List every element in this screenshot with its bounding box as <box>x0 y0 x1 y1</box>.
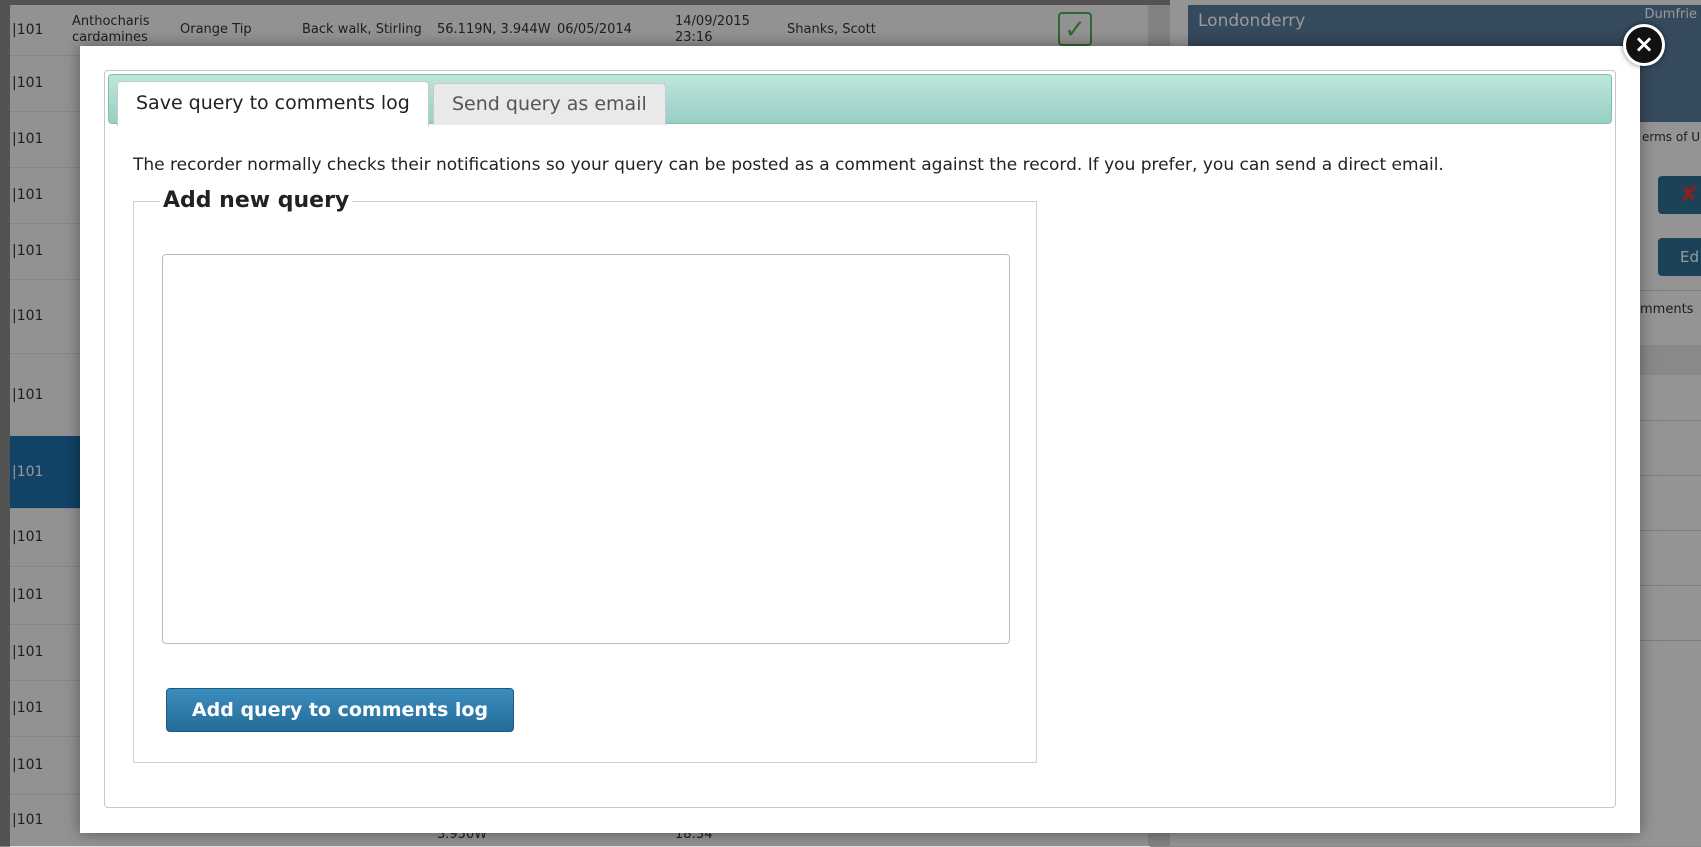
tab-save-to-comments[interactable]: Save query to comments log <box>117 81 429 126</box>
query-textarea[interactable] <box>162 254 1010 644</box>
fieldset-legend: Add new query <box>160 188 353 213</box>
add-query-fieldset: Add new query Add query to comments log <box>133 188 1037 763</box>
add-query-button[interactable]: Add query to comments log <box>166 688 514 732</box>
intro-text: The recorder normally checks their notif… <box>133 155 1444 175</box>
tab-send-email[interactable]: Send query as email <box>433 83 666 125</box>
query-dialog: Save query to comments log Send query as… <box>80 46 1640 833</box>
tab-bar: Save query to comments log Send query as… <box>108 74 1612 126</box>
query-tabs: Save query to comments log Send query as… <box>104 70 1616 808</box>
close-icon[interactable]: × <box>1623 24 1665 66</box>
